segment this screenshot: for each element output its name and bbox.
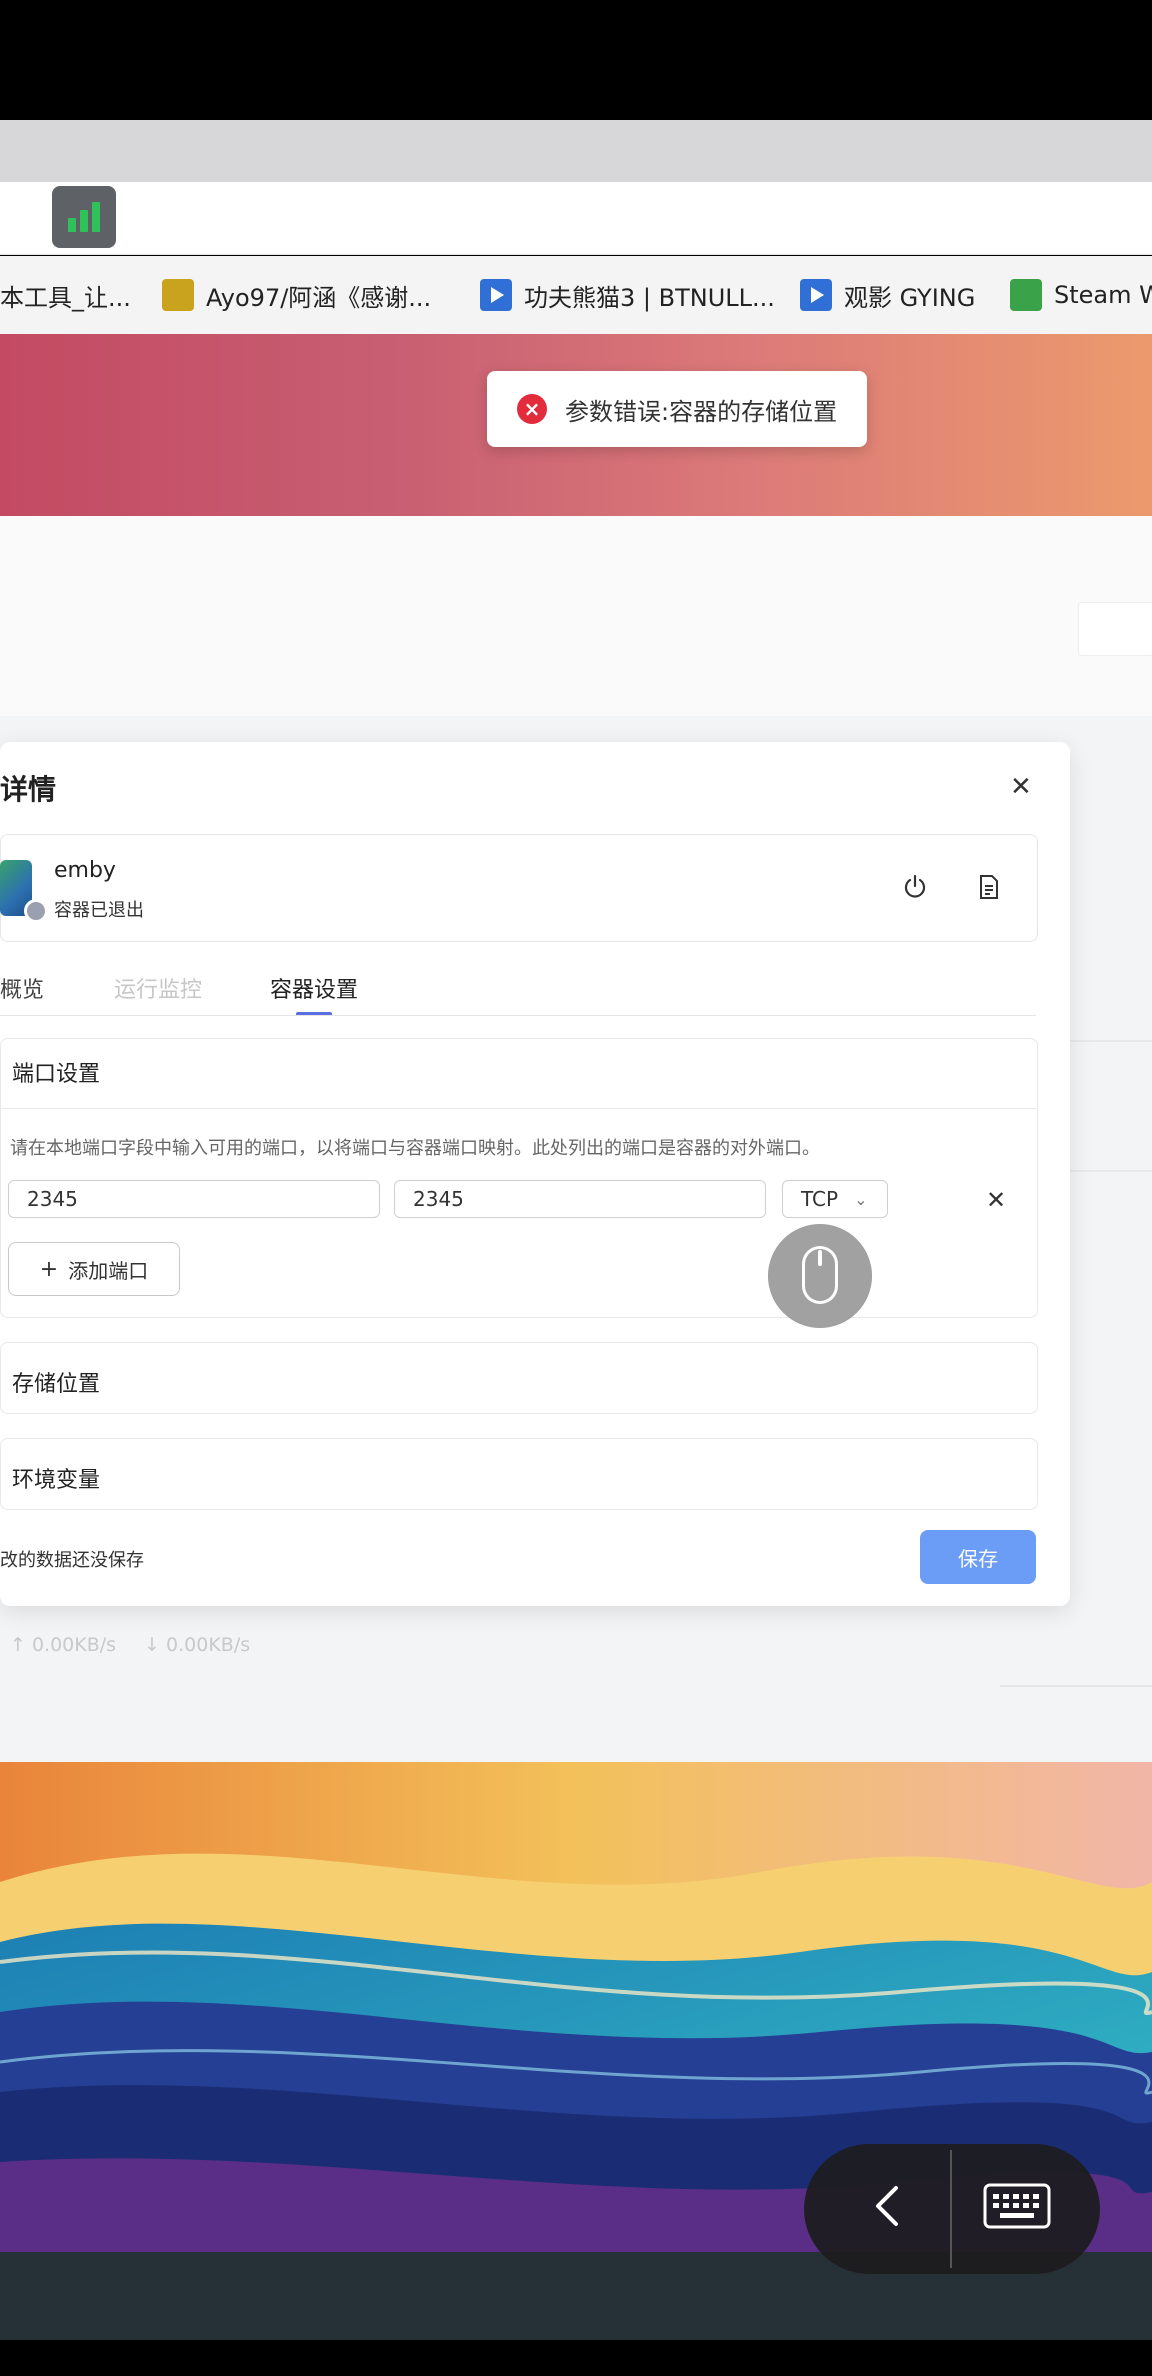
- port-settings-title[interactable]: 端口设置: [12, 1056, 100, 1088]
- divider: [950, 2150, 952, 2268]
- back-arrow-icon[interactable]: [862, 2176, 912, 2236]
- container-status: 容器已退出: [54, 900, 144, 921]
- storage-section[interactable]: [0, 1342, 1038, 1414]
- remote-control-pill: [804, 2144, 1100, 2274]
- network-speed: ↑ 0.00KB/s ↓ 0.00KB/s: [10, 1634, 250, 1656]
- container-card: [0, 834, 1038, 942]
- system-nav-bar: [0, 2340, 1152, 2376]
- log-document-icon[interactable]: [974, 872, 1004, 902]
- divider: [1060, 1170, 1152, 1172]
- tab-overview[interactable]: 概览: [0, 972, 44, 1004]
- browser-tab-strip: [0, 120, 1152, 182]
- keyboard-icon[interactable]: [982, 2180, 1052, 2232]
- divider: [1000, 1685, 1152, 1687]
- divider: [0, 1015, 1036, 1016]
- divider: [0, 1108, 1036, 1109]
- video-icon: [480, 279, 512, 311]
- bookmark-item[interactable]: 本工具_让...: [0, 256, 131, 334]
- top-black-bar: [0, 0, 1152, 120]
- page-header-area: [0, 516, 1152, 716]
- bookmark-item[interactable]: 观影 GYING: [800, 256, 975, 334]
- bookmark-label: 本工具_让...: [0, 283, 131, 312]
- bookmarks-bar: 本工具_让... Ayo97/阿涵《感谢... 功夫熊猫3 | BTNULL..…: [0, 256, 1152, 335]
- port-settings-description: 请在本地端口字段中输入可用的端口，以将端口与容器端口映射。此处列出的端口是容器的…: [10, 1138, 820, 1159]
- env-vars-section-title: 环境变量: [12, 1468, 101, 1493]
- bookmark-item[interactable]: Ayo97/阿涵《感谢...: [162, 256, 431, 334]
- remove-port-icon[interactable]: ✕: [986, 1186, 1006, 1214]
- local-port-value: 2345: [27, 1187, 78, 1211]
- container-name: emby: [54, 858, 116, 883]
- storage-section-title: 存储位置: [12, 1372, 101, 1397]
- bookmark-label: Steam W: [1054, 281, 1152, 309]
- error-icon: ×: [517, 394, 547, 424]
- faded-button[interactable]: [1078, 602, 1152, 656]
- browser-address-row: [0, 182, 1152, 255]
- video-icon: [800, 279, 832, 311]
- container-port-input[interactable]: 2345: [394, 1180, 766, 1218]
- bookmark-label: 观影 GYING: [844, 283, 976, 312]
- local-port-input[interactable]: 2345: [8, 1180, 380, 1218]
- container-port-value: 2345: [413, 1187, 464, 1211]
- mouse-icon: [768, 1224, 872, 1328]
- bookmark-item[interactable]: 功夫熊猫3 | BTNULL...: [480, 256, 775, 334]
- emoji-icon: [162, 279, 194, 311]
- modal-title: 详情: [0, 773, 57, 806]
- save-button[interactable]: 保存: [920, 1530, 1036, 1584]
- steam-icon: [1010, 279, 1042, 311]
- tab-container-settings[interactable]: 容器设置: [270, 972, 358, 1004]
- add-port-button[interactable]: + 添加端口: [8, 1242, 180, 1296]
- unsaved-changes-note: 改的数据还没保存: [0, 1550, 144, 1571]
- tab-monitor[interactable]: 运行监控: [114, 972, 202, 1004]
- protocol-select[interactable]: TCP ⌄: [782, 1180, 888, 1218]
- bookmark-item[interactable]: Steam W: [1010, 256, 1152, 334]
- chevron-down-icon: ⌄: [854, 1189, 868, 1209]
- bookmark-label: 功夫熊猫3 | BTNULL...: [524, 283, 775, 312]
- bar-chart-app-icon[interactable]: [52, 186, 116, 248]
- toast-message: 参数错误:容器的存储位置: [565, 397, 838, 426]
- error-toast: × 参数错误:容器的存储位置: [487, 371, 867, 447]
- upload-speed: ↑ 0.00KB/s: [10, 1634, 117, 1656]
- power-icon[interactable]: [900, 872, 930, 902]
- protocol-value: TCP: [801, 1187, 839, 1211]
- bookmark-label: Ayo97/阿涵《感谢...: [206, 283, 432, 312]
- add-port-label: 添加端口: [68, 1258, 149, 1283]
- close-icon[interactable]: ✕: [1010, 772, 1032, 802]
- plus-icon: +: [39, 1256, 59, 1282]
- download-speed: ↓ 0.00KB/s: [144, 1634, 251, 1656]
- env-vars-section[interactable]: [0, 1438, 1038, 1510]
- status-dot-icon: [24, 899, 48, 923]
